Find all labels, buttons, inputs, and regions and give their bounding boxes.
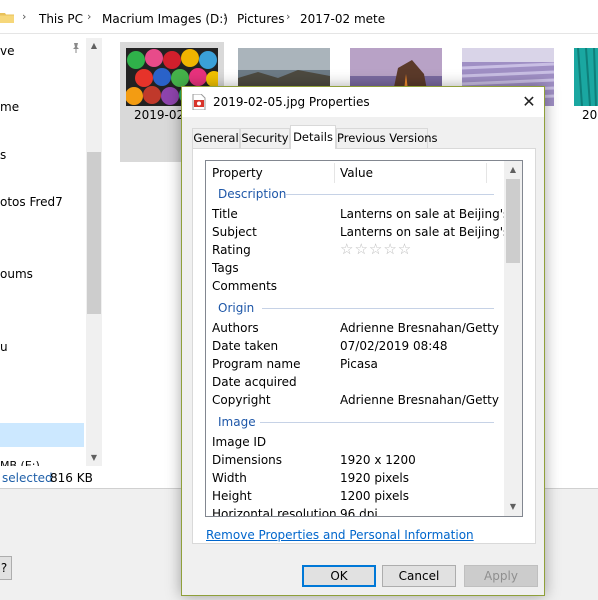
help-button[interactable]: ?	[0, 556, 12, 580]
property-name: Dimensions	[212, 453, 283, 467]
tab-previous-versions[interactable]: Previous Versions	[336, 128, 438, 148]
status-size: 816 KB	[50, 471, 93, 485]
property-name: Rating	[212, 243, 251, 257]
nav-item[interactable]: otos Fred7	[0, 195, 63, 209]
breadcrumb-this-pc[interactable]: This PC	[39, 12, 83, 26]
property-name: Width	[212, 471, 247, 485]
apply-button[interactable]: Apply	[464, 565, 538, 587]
scroll-down-arrow-icon[interactable]: ▼	[504, 498, 522, 516]
chevron-right-icon: ›	[22, 10, 27, 23]
property-list[interactable]: Property Value Description Title Lantern…	[205, 160, 523, 517]
scroll-up-arrow-icon[interactable]: ▲	[86, 38, 102, 54]
thumbnail-caption: 201	[582, 108, 598, 122]
cancel-button[interactable]: Cancel	[382, 565, 456, 587]
tab-details[interactable]: Details	[290, 125, 336, 149]
property-value[interactable]: Lanterns on sale at Beijing's...	[340, 207, 521, 221]
property-value[interactable]: Picasa	[340, 357, 378, 371]
ok-button[interactable]: OK	[302, 565, 376, 587]
nav-item[interactable]: ve	[0, 44, 14, 58]
property-list-scrollbar[interactable]: ▲ ▼	[504, 161, 522, 516]
column-header-property[interactable]: Property	[212, 161, 263, 185]
chevron-right-icon: ›	[286, 10, 291, 23]
scrollbar-thumb[interactable]	[506, 179, 520, 263]
property-name: Date taken	[212, 339, 279, 353]
folder-icon	[0, 13, 14, 23]
nav-scrollbar[interactable]: ▲ ▼	[86, 38, 102, 466]
nav-item[interactable]: oums	[0, 267, 33, 281]
section-heading-image: Image	[218, 415, 256, 429]
column-divider[interactable]	[486, 163, 487, 183]
dialog-titlebar[interactable]: 2019-02-05.jpg Properties ✕	[182, 87, 544, 117]
property-value[interactable]: Adrienne Bresnahan/Getty ...	[340, 393, 514, 407]
nav-item-selected[interactable]	[0, 423, 84, 447]
property-name: Tags	[212, 261, 239, 275]
section-heading-origin: Origin	[218, 301, 255, 315]
property-name: Title	[212, 207, 238, 221]
property-name: Copyright	[212, 393, 271, 407]
property-name: Height	[212, 489, 252, 503]
column-header-value[interactable]: Value	[340, 161, 373, 185]
properties-dialog: 2019-02-05.jpg Properties ✕ General Secu…	[181, 86, 545, 596]
section-divider	[262, 308, 494, 309]
remove-properties-link[interactable]: Remove Properties and Personal Informati…	[206, 528, 474, 542]
jpg-file-icon	[192, 94, 206, 110]
tab-security[interactable]: Security	[240, 128, 290, 148]
column-divider[interactable]	[334, 163, 335, 183]
close-icon[interactable]: ✕	[516, 89, 542, 115]
property-value[interactable]: 1200 pixels	[340, 489, 409, 503]
property-value[interactable]: 96 dpi	[340, 507, 378, 516]
scroll-up-arrow-icon[interactable]: ▲	[504, 161, 522, 179]
section-divider	[260, 422, 494, 423]
property-name: Horizontal resolution	[212, 507, 337, 517]
thumbnail-teal[interactable]	[574, 48, 598, 106]
dialog-title: 2019-02-05.jpg Properties	[213, 95, 370, 109]
property-value[interactable]: 1920 pixels	[340, 471, 409, 485]
pin-icon[interactable]	[70, 42, 82, 54]
section-divider	[286, 194, 494, 195]
address-bar[interactable]: › This PC › Macrium Images (D:) › Pictur…	[0, 0, 598, 34]
scrollbar-thumb[interactable]	[87, 152, 101, 314]
property-name: Comments	[212, 279, 278, 293]
breadcrumb-folder[interactable]: 2017-02 mete	[300, 12, 385, 26]
property-name: Program name	[212, 357, 301, 371]
chevron-right-icon: ›	[87, 10, 92, 23]
scroll-down-arrow-icon[interactable]: ▼	[86, 450, 102, 466]
details-panel: Property Value Description Title Lantern…	[192, 148, 536, 544]
property-name: Image ID	[212, 435, 267, 449]
status-selected: selected	[2, 471, 53, 485]
property-name: Subject	[212, 225, 257, 239]
property-value[interactable]: Lanterns on sale at Beijing's...	[340, 225, 521, 239]
tab-general[interactable]: General	[192, 128, 240, 148]
property-value[interactable]: 07/02/2019 08:48	[340, 339, 448, 353]
rating-stars-icon[interactable]: ☆☆☆☆☆	[340, 240, 412, 258]
property-value[interactable]: 1920 x 1200	[340, 453, 416, 467]
property-name: Date acquired	[212, 375, 297, 389]
property-value[interactable]: Adrienne Bresnahan/Getty ...	[340, 321, 514, 335]
breadcrumb-drive[interactable]: Macrium Images (D:)	[102, 12, 228, 26]
nav-item[interactable]: u	[0, 340, 8, 354]
section-heading-description: Description	[218, 187, 287, 201]
chevron-right-icon: ›	[223, 10, 228, 23]
nav-item[interactable]: me	[0, 100, 19, 114]
nav-item[interactable]: s	[0, 148, 6, 162]
breadcrumb-pictures[interactable]: Pictures	[237, 12, 285, 26]
property-name: Authors	[212, 321, 259, 335]
